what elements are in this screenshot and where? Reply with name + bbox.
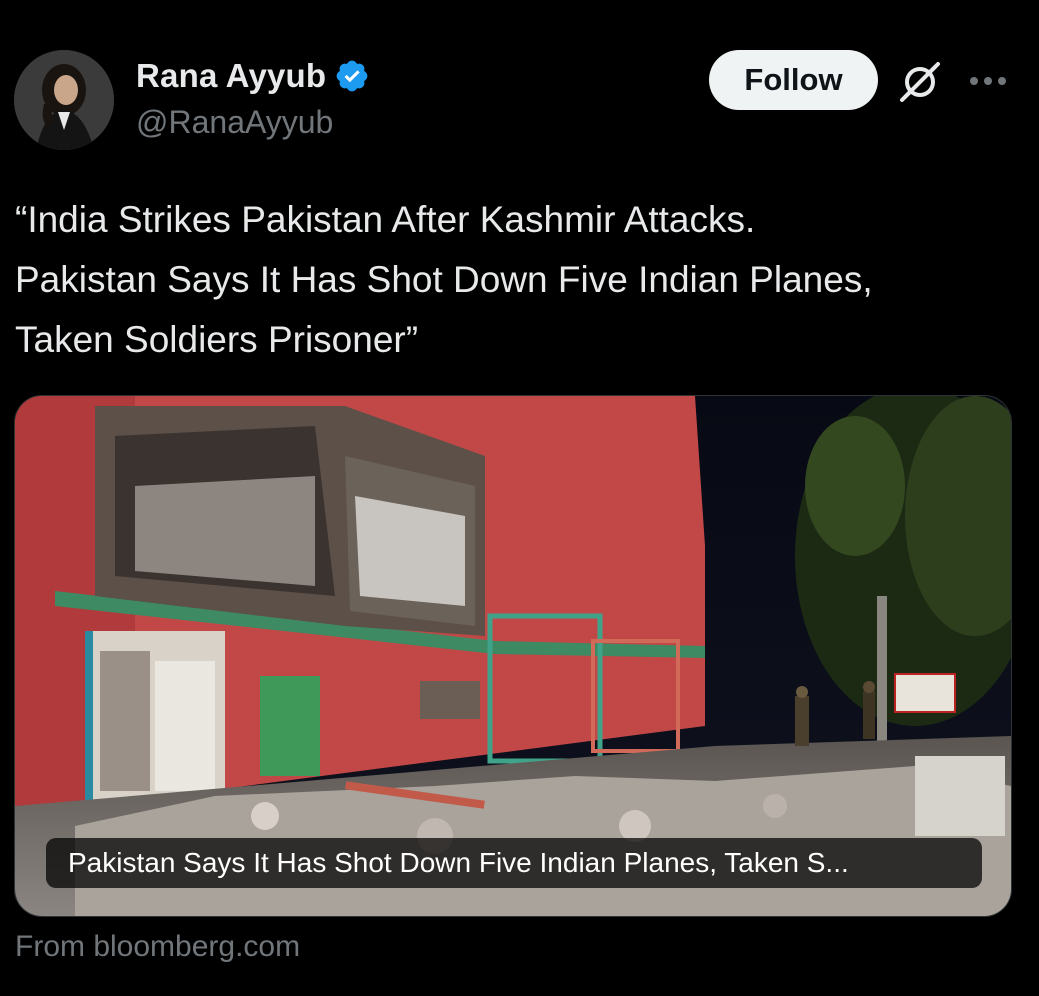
link-card[interactable]: Pakistan Says It Has Shot Down Five Indi…: [14, 395, 1012, 917]
verified-badge-icon: [336, 60, 368, 92]
more-dots-icon[interactable]: [966, 66, 1010, 96]
grok-icon[interactable]: [896, 58, 944, 106]
author-handle[interactable]: @RanaAyyub: [136, 104, 333, 141]
link-card-source[interactable]: From bloomberg.com: [15, 930, 300, 964]
author-name-row[interactable]: Rana Ayyub: [136, 55, 370, 97]
tweet-text-line: Taken Soldiers Prisoner”: [15, 319, 419, 360]
tweet-text-line: Pakistan Says It Has Shot Down Five Indi…: [15, 259, 873, 300]
tweet-text-line: “India Strikes Pakistan After Kashmir At…: [15, 199, 756, 240]
avatar[interactable]: [14, 50, 114, 150]
author-display-name[interactable]: Rana Ayyub: [136, 57, 326, 95]
tweet-text: “India Strikes Pakistan After Kashmir At…: [15, 190, 1025, 370]
link-card-caption[interactable]: Pakistan Says It Has Shot Down Five Indi…: [46, 838, 982, 888]
follow-button[interactable]: Follow: [709, 50, 878, 110]
